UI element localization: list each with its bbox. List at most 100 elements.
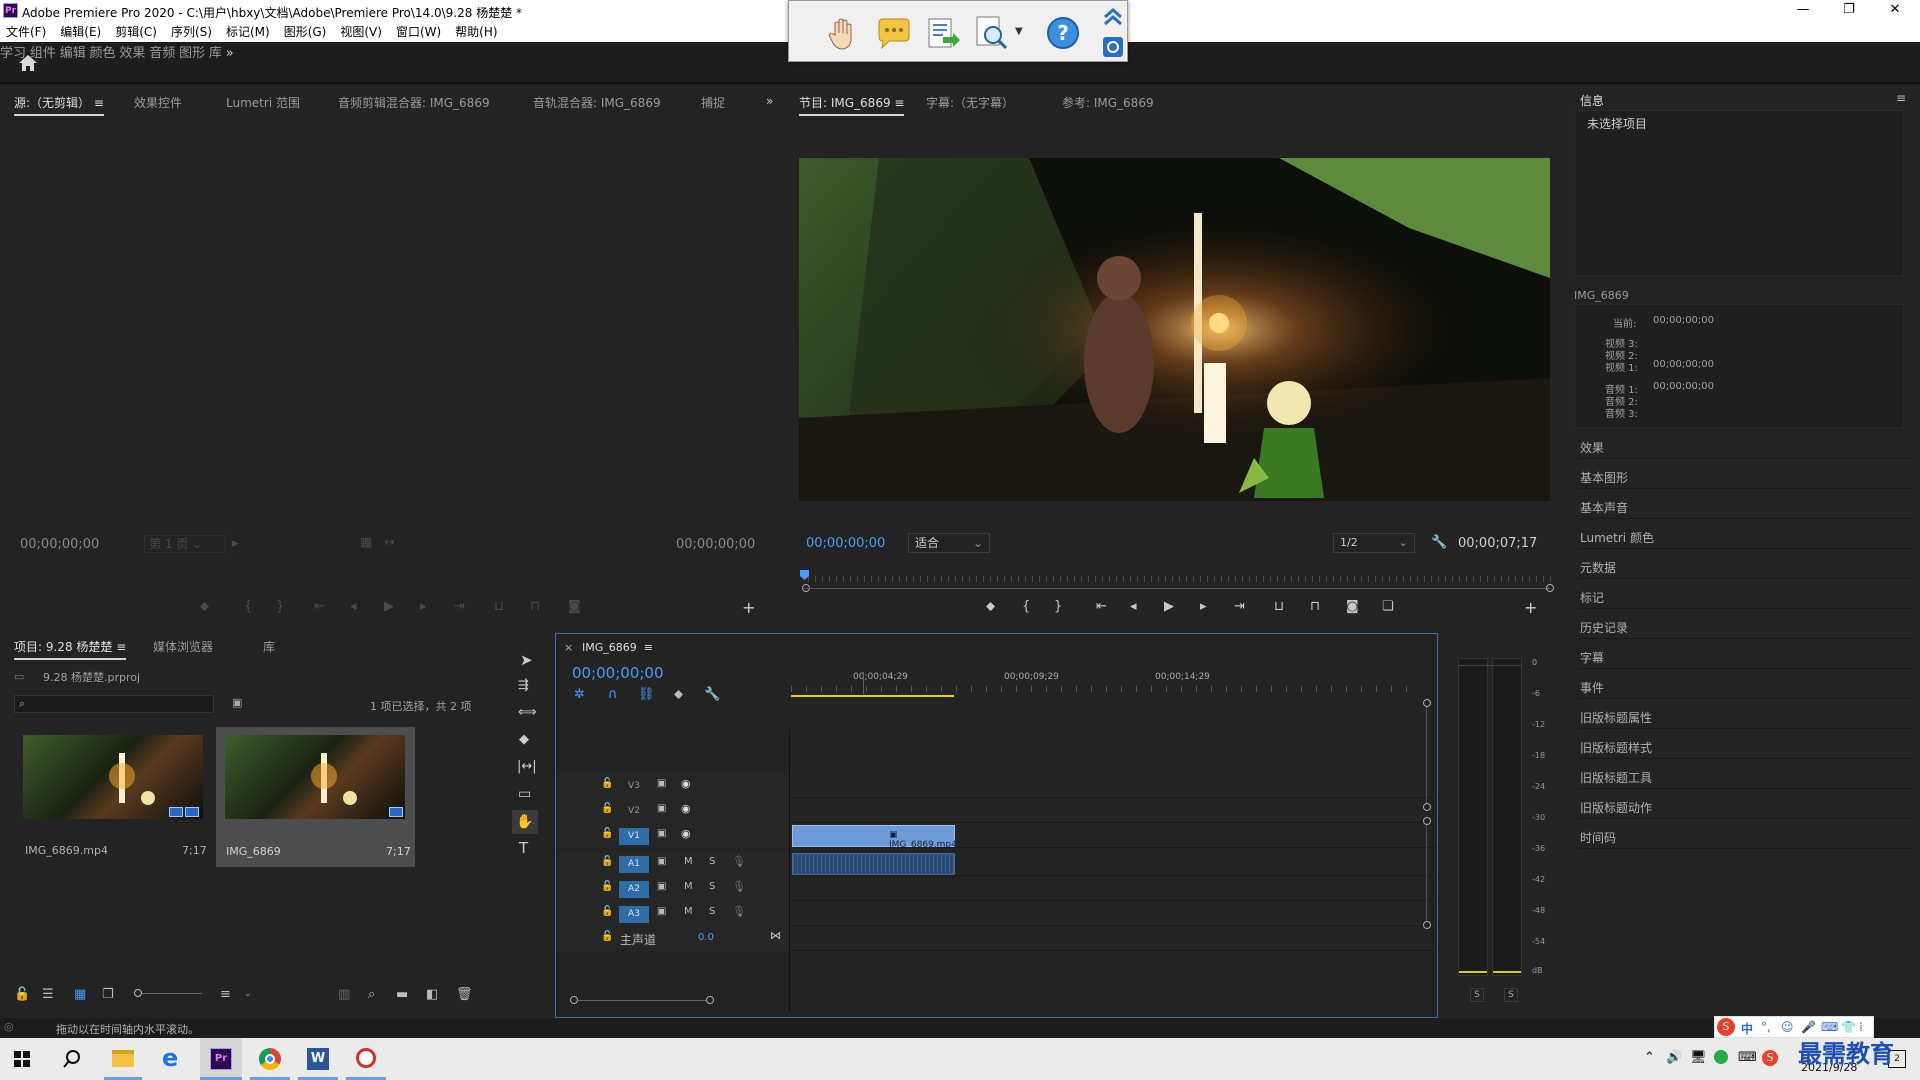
go-to-out-icon[interactable]: ⇥: [1234, 599, 1245, 614]
track-v2[interactable]: 🔓 V2 ▣ ◉: [556, 799, 1436, 823]
paint-taskbar-button[interactable]: [346, 1038, 386, 1080]
track-a2[interactable]: 🔓 A2 ▣ M S 🎙: [556, 877, 1436, 901]
vscroll-video-handle[interactable]: [1423, 803, 1431, 811]
info-section-essential-graphics[interactable]: 基本图形: [1580, 469, 1628, 486]
overwrite-icon[interactable]: ⊓: [530, 599, 540, 614]
hscroll-start-handle[interactable]: [570, 996, 578, 1004]
hscroll-end-handle[interactable]: [706, 996, 714, 1004]
ime-punctuation-icon[interactable]: °,: [1761, 1020, 1771, 1034]
list-view-icon[interactable]: ☰: [42, 987, 54, 1002]
add-marker-icon[interactable]: ⬥: [986, 599, 995, 614]
track-a1[interactable]: 🔓 A1 ▣ M S 🎙: [556, 852, 1436, 876]
solo-button[interactable]: S: [709, 856, 715, 867]
panel-menu-icon[interactable]: ≡: [1896, 91, 1906, 105]
track-label[interactable]: A1: [619, 856, 649, 873]
track-eye-icon[interactable]: ◉: [681, 802, 691, 815]
step-forward-icon[interactable]: ▸: [420, 599, 427, 614]
info-section-metadata[interactable]: 元数据: [1580, 559, 1616, 576]
home-icon[interactable]: [18, 54, 38, 72]
track-sync-icon[interactable]: ▣: [657, 906, 666, 917]
mute-button[interactable]: M: [684, 881, 693, 892]
solo-left-button[interactable]: S: [1470, 988, 1484, 1002]
close-button[interactable]: ✕: [1872, 0, 1918, 22]
wrench-icon[interactable]: 🔧: [1431, 535, 1447, 550]
file-explorer-taskbar-button[interactable]: [104, 1038, 142, 1080]
marker-icon[interactable]: ⬥: [200, 599, 209, 614]
program-timecode[interactable]: 00;00;00;00: [806, 536, 885, 551]
workspace-tab-audio[interactable]: 音频: [149, 46, 175, 61]
lift-icon[interactable]: ⊔: [1274, 599, 1284, 614]
automate-icon[interactable]: ▥: [338, 987, 350, 1002]
network-icon[interactable]: 🖥: [1690, 1050, 1707, 1065]
ime-skin-icon[interactable]: 👕: [1841, 1020, 1856, 1034]
export-frame-icon[interactable]: ◙: [1346, 599, 1359, 614]
ime-voice-icon[interactable]: 🎤: [1801, 1020, 1816, 1034]
tab-project[interactable]: 项目: 9.28 杨楚楚 ≡: [14, 638, 127, 660]
video-clip[interactable]: ▣ IMG_6869.mp4 [V]: [792, 825, 957, 860]
add-button-icon[interactable]: +: [1524, 598, 1537, 617]
play-small-icon[interactable]: ▸: [232, 536, 239, 551]
master-volume-value[interactable]: 0.0: [698, 932, 714, 943]
project-search-input[interactable]: ⌕: [14, 695, 214, 713]
edge-taskbar-button[interactable]: e: [152, 1038, 192, 1080]
tab-libraries[interactable]: 库: [263, 638, 275, 655]
track-master[interactable]: 🔓 主声道 0.0 ⋈: [556, 927, 1436, 951]
info-section-markers[interactable]: 标记: [1580, 589, 1604, 606]
play-icon[interactable]: ▶: [1164, 599, 1174, 614]
menu-marker[interactable]: 标记(M): [226, 22, 270, 42]
settings-small-icon[interactable]: ▦: [360, 535, 372, 550]
go-to-in-icon[interactable]: ⇤: [314, 599, 325, 614]
vscroll-top-handle[interactable]: [1423, 699, 1431, 707]
chrome-taskbar-button[interactable]: [250, 1038, 290, 1080]
menu-graphics[interactable]: 图形(G): [284, 22, 327, 42]
hscroll-thumb[interactable]: [578, 1000, 706, 1001]
info-section-legacy-title-tools[interactable]: 旧版标题工具: [1580, 769, 1652, 786]
info-section-legacy-title-actions[interactable]: 旧版标题动作: [1580, 799, 1652, 816]
mark-in-icon[interactable]: {: [244, 599, 252, 614]
mark-out-icon[interactable]: }: [276, 599, 284, 614]
info-section-timecode[interactable]: 时间码: [1580, 829, 1616, 846]
track-lock-icon[interactable]: 🔓: [601, 881, 613, 892]
comparison-view-icon[interactable]: ❏: [1382, 599, 1394, 614]
zoom-document-icon[interactable]: [973, 13, 1013, 53]
close-sequence-icon[interactable]: ×: [564, 641, 573, 654]
tray-expand-icon[interactable]: ⌃: [1644, 1050, 1655, 1065]
track-v3[interactable]: 🔓 V3 ▣ ◉: [556, 774, 1436, 798]
info-section-lumetri-color[interactable]: Lumetri 颜色: [1580, 529, 1654, 546]
comment-icon[interactable]: [873, 13, 913, 53]
project-item[interactable]: IMG_6869.mp4 7;17: [14, 727, 210, 865]
track-lock-icon[interactable]: 🔓: [601, 778, 613, 789]
zoom-slider-track[interactable]: [142, 993, 202, 994]
zoom-slider-handle[interactable]: [134, 989, 142, 997]
tab-reference[interactable]: 参考: IMG_6869: [1062, 94, 1154, 111]
menu-help[interactable]: 帮助(H): [455, 22, 497, 42]
menu-file[interactable]: 文件(F): [6, 22, 46, 42]
fit-small-icon[interactable]: ↔: [384, 535, 395, 550]
volume-icon[interactable]: 🔊: [1666, 1050, 1682, 1065]
menu-sequence[interactable]: 序列(S): [171, 22, 212, 42]
pen-tool-icon[interactable]: ▭: [518, 786, 531, 802]
solo-button[interactable]: S: [709, 881, 715, 892]
add-marker-icon[interactable]: ⬥: [674, 687, 683, 702]
selection-tool-icon[interactable]: ➤: [520, 651, 533, 669]
track-sync-icon[interactable]: ▣: [657, 828, 666, 839]
resolution-select[interactable]: 1/2 ⌄: [1333, 533, 1415, 553]
timeline-timecode[interactable]: 00;00;00;00: [572, 664, 664, 682]
master-collapse-icon[interactable]: ⋈: [770, 929, 781, 942]
minimize-button[interactable]: —: [1780, 0, 1826, 22]
tab-lumetri-scopes[interactable]: Lumetri 范围: [226, 94, 300, 111]
lock-icon[interactable]: 🔓: [14, 987, 30, 1002]
workspace-tab-libraries[interactable]: 库: [209, 46, 222, 61]
trash-icon[interactable]: 🗑: [456, 987, 473, 1002]
ripple-edit-tool-icon[interactable]: ⟺: [518, 705, 537, 720]
vscroll-audio-handle[interactable]: [1423, 817, 1431, 825]
go-to-in-icon[interactable]: ⇤: [1096, 599, 1107, 614]
vscroll-bottom-handle[interactable]: [1423, 921, 1431, 929]
track-lock-icon[interactable]: 🔓: [601, 828, 613, 839]
zoom-dropdown-icon[interactable]: ▼: [1015, 26, 1023, 37]
sogou-icon[interactable]: S: [1762, 1050, 1778, 1066]
tab-source[interactable]: 源:（无剪辑） ≡: [14, 94, 104, 116]
track-lock-icon[interactable]: 🔓: [601, 906, 613, 917]
mute-button[interactable]: M: [684, 856, 693, 867]
scroll-end-handle[interactable]: [1546, 584, 1554, 592]
